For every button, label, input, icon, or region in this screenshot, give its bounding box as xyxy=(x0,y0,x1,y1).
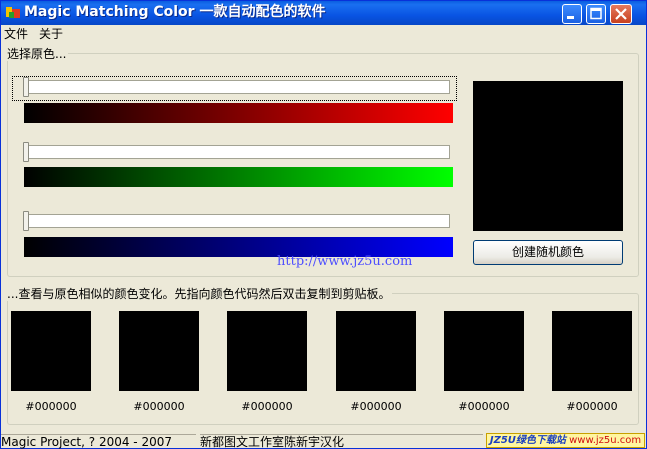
site-url: www.jz5u.com xyxy=(569,435,642,446)
swatch-2[interactable] xyxy=(119,311,199,391)
swatch-1[interactable] xyxy=(11,311,91,391)
swatch-code-1[interactable]: #000000 xyxy=(11,400,91,413)
minimize-button[interactable] xyxy=(562,4,582,24)
similar-colors-group-label: ...查看与原色相似的颜色变化。先指向颜色代码然后双击复制到剪贴板。 xyxy=(5,287,393,301)
random-color-button[interactable]: 创建随机颜色 xyxy=(473,240,623,265)
status-credit: 新都图文工作室陈新宇汉化 xyxy=(200,434,483,449)
green-slider[interactable] xyxy=(23,142,450,162)
swatch-code-3[interactable]: #000000 xyxy=(227,400,307,413)
menu-file[interactable]: 文件 xyxy=(4,27,28,41)
site-name: JZ5U绿色下载站 xyxy=(489,435,566,446)
close-button[interactable] xyxy=(610,4,632,24)
menu-bar: 文件 关于 xyxy=(1,25,646,43)
status-site-banner: JZ5U绿色下载站 www.jz5u.com xyxy=(486,433,645,448)
app-window: Magic Matching Color 一款自动配色的软件 文件 关于 选择原… xyxy=(0,0,647,449)
watermark-url: http://www.jz5u.com xyxy=(277,254,413,269)
swatch-code-6[interactable]: #000000 xyxy=(552,400,632,413)
green-gradient-bar xyxy=(24,167,453,187)
maximize-button[interactable] xyxy=(586,4,606,24)
swatch-4[interactable] xyxy=(336,311,416,391)
maximize-icon xyxy=(590,7,602,20)
window-title: Magic Matching Color 一款自动配色的软件 xyxy=(24,4,326,20)
swatch-code-5[interactable]: #000000 xyxy=(444,400,524,413)
red-gradient-bar xyxy=(24,103,453,123)
minimize-icon xyxy=(567,16,574,19)
base-color-group-label: 选择原色... xyxy=(5,47,69,61)
color-preview xyxy=(473,81,623,231)
status-copyright: Magic Project, ? 2004 - 2007 xyxy=(1,434,196,449)
swatch-code-4[interactable]: #000000 xyxy=(336,400,416,413)
blue-slider-thumb[interactable] xyxy=(23,211,29,231)
swatch-6[interactable] xyxy=(552,311,632,391)
blue-slider[interactable] xyxy=(23,211,450,231)
status-bar: Magic Project, ? 2004 - 2007 新都图文工作室陈新宇汉… xyxy=(1,432,646,449)
menu-about[interactable]: 关于 xyxy=(39,27,63,41)
title-bar[interactable]: Magic Matching Color 一款自动配色的软件 xyxy=(1,1,646,25)
close-icon xyxy=(615,8,627,20)
swatch-code-2[interactable]: #000000 xyxy=(119,400,199,413)
green-slider-thumb[interactable] xyxy=(23,142,29,162)
swatch-3[interactable] xyxy=(227,311,307,391)
app-icon xyxy=(6,7,20,18)
red-slider-thumb[interactable] xyxy=(23,77,29,97)
red-slider[interactable] xyxy=(23,77,450,97)
swatch-5[interactable] xyxy=(444,311,524,391)
similar-colors-group xyxy=(7,293,639,425)
